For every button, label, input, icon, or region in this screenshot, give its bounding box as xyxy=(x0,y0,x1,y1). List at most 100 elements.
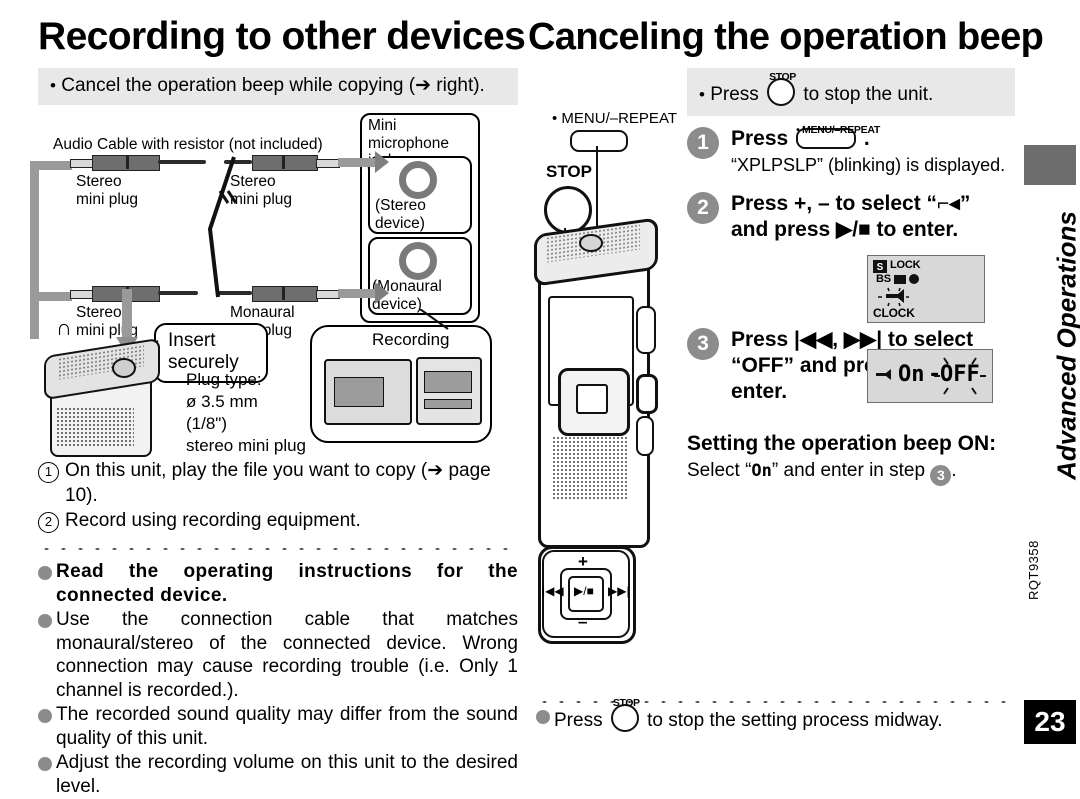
lcd-beep-horn-icon-blinking xyxy=(876,286,910,308)
recorder-jack-circle xyxy=(110,355,138,381)
step-text: Record using recording equipment. xyxy=(65,508,361,533)
numbered-step: 2 Record using recording equipment. xyxy=(38,508,518,533)
stereo-jack-ring xyxy=(399,161,437,199)
sidebar-page-number: 23 xyxy=(1024,700,1076,744)
left-bullet-list: Read the operating instructions for the … xyxy=(38,560,518,798)
plug-type-line1: Plug type: xyxy=(186,369,326,391)
stop-button-icon: STOP xyxy=(611,704,639,732)
device-control-pad-center[interactable] xyxy=(576,384,608,414)
setting-on-step-ref: 3 xyxy=(930,465,951,486)
pad-plus-label: + xyxy=(578,552,588,572)
plug-type-line4: stereo mini plug xyxy=(186,435,326,457)
bullet-dot-icon xyxy=(38,614,52,628)
lcd-bottom-wrapper: On - OFF xyxy=(687,405,1010,425)
arrow-to-monaural-jack xyxy=(338,289,376,298)
step-1: 1 Press • MENU/–REPEAT . “XPLPSLP” (blin… xyxy=(687,126,1010,177)
bullet-item: Read the operating instructions for the … xyxy=(38,560,518,607)
step-number: 1 xyxy=(38,462,59,483)
cable-route-top xyxy=(30,161,72,170)
recorder-speaker-mesh xyxy=(56,407,134,447)
lcd-beep-horn-icon-small xyxy=(874,368,894,382)
plug-tip-top-right xyxy=(316,159,340,168)
stop-button-label: STOP xyxy=(769,66,796,88)
cable-route-vertical xyxy=(30,161,39,301)
lcd-battery-icon xyxy=(894,273,920,286)
plug-tip-bottom-right xyxy=(316,290,340,299)
pad-next-label: ▶▶| xyxy=(608,584,630,598)
setting-on-heading: Setting the operation beep ON: xyxy=(687,431,1010,457)
lcd-display-bottom: On - OFF xyxy=(867,349,993,403)
left-column: Recording to other devices • Cancel the … xyxy=(38,14,518,799)
sidebar-section-marker xyxy=(1024,145,1076,185)
step-3-number: 3 xyxy=(687,328,719,360)
bullet-text: The recorded sound quality may differ fr… xyxy=(56,703,518,750)
footer-press-word: Press xyxy=(554,710,603,731)
plug-tip-top-left xyxy=(70,159,94,168)
cable-route-to-unit xyxy=(30,293,39,339)
plug-type-line3: (1/8") xyxy=(186,413,326,435)
arrow-to-stereo-jack xyxy=(338,158,376,167)
menu-repeat-callout-label: • MENU/–REPEAT xyxy=(552,110,677,127)
plug-label-top-left-line1: Stereo xyxy=(76,173,166,191)
step-number: 2 xyxy=(38,512,59,533)
right-note-tail: to stop the unit. xyxy=(803,84,933,105)
pad-minus-label: – xyxy=(578,612,587,632)
bullet-item: The recorded sound quality may differ fr… xyxy=(38,703,518,750)
plug-band-top-left xyxy=(126,155,129,169)
menu-repeat-button-label: • MENU/–REPEAT xyxy=(796,117,880,143)
step-text: On this unit, play the file you want to … xyxy=(65,458,518,508)
bullet-dot-icon xyxy=(38,566,52,580)
setting-on-value: On xyxy=(751,461,771,481)
right-page-title: Canceling the operation beep xyxy=(528,14,1010,60)
cassette-deck-window xyxy=(334,377,384,407)
device-side-button-middle[interactable] xyxy=(636,374,658,414)
step-2-number: 2 xyxy=(687,192,719,224)
setting-on-period: . xyxy=(951,460,956,481)
step-1-press-word: Press xyxy=(731,127,788,150)
plug-band-top-right xyxy=(282,155,285,169)
monaural-jack-ring xyxy=(399,242,437,280)
lcd-value-on: On xyxy=(898,362,925,387)
footer-text: Press STOP to stop the setting process m… xyxy=(554,704,943,733)
bullet-text: Read the operating instructions for the … xyxy=(56,560,518,607)
page-sidebar: Advanced Operations RQT9358 23 xyxy=(1022,0,1080,766)
recorder-device-illustration: • MENU/–REPEAT STOP xyxy=(530,106,690,686)
device-side-button-lower[interactable] xyxy=(636,416,654,456)
plug-label-bottom-right-line1: Monaural xyxy=(230,304,326,322)
insert-arrow-shaft xyxy=(122,289,132,341)
bullet-dot-icon xyxy=(38,709,52,723)
device-side-button-upper[interactable] xyxy=(636,306,656,354)
plug-type-line2: ø 3.5 mm xyxy=(186,391,326,413)
bullet-item: Use the connection cable that matches mo… xyxy=(38,608,518,702)
bullet-item: Adjust the recording volume on this unit… xyxy=(38,751,518,798)
plug-label-top-left: Stereo mini plug xyxy=(76,173,166,208)
footer-bullet-item: Press STOP to stop the setting process m… xyxy=(536,704,1010,733)
lcd-display-top: S LOCK BS CLOCK xyxy=(867,255,985,323)
setting-on-suffix: ” and enter in step xyxy=(772,460,925,481)
device-speaker-mesh xyxy=(552,436,628,500)
lcd-clock-label: CLOCK xyxy=(873,306,915,320)
jack-to-recording-leader xyxy=(390,309,470,333)
right-steps: 1 Press • MENU/–REPEAT . “XPLPSLP” (blin… xyxy=(687,126,1010,486)
bullet-text: Adjust the recording volume on this unit… xyxy=(56,751,518,798)
step-1-number: 1 xyxy=(687,127,719,159)
left-page-title: Recording to other devices xyxy=(38,14,518,60)
footer-tail: to stop the setting process midway. xyxy=(647,710,942,731)
right-note-bar: • Press STOP to stop the unit. xyxy=(687,68,1015,116)
device-mic-hole-icon xyxy=(576,230,606,256)
left-numbered-steps: 1 On this unit, play the file you want t… xyxy=(38,458,518,533)
menu-repeat-button-icon: • MENU/–REPEAT xyxy=(796,128,856,149)
callout-line1: Insert xyxy=(168,330,254,352)
headphone-jack-icon: ∩ xyxy=(56,319,72,337)
sidebar-section-title: Advanced Operations xyxy=(1052,206,1080,486)
left-note-text: Cancel the operation beep while copying … xyxy=(61,75,485,96)
plug-tip-bottom-left xyxy=(70,290,94,299)
recording-label: Recording xyxy=(372,331,450,349)
numbered-step: 1 On this unit, play the file you want t… xyxy=(38,458,518,508)
stop-button-label: STOP xyxy=(613,692,640,716)
lcd-top-wrapper: S LOCK BS CLOCK xyxy=(687,249,1010,331)
bullet-glyph: • xyxy=(699,85,705,104)
plug-label-bottom-left: Stereo mini plug xyxy=(76,304,166,339)
bullet-glyph: • xyxy=(50,76,56,95)
manual-page: Recording to other devices • Cancel the … xyxy=(0,0,1080,766)
